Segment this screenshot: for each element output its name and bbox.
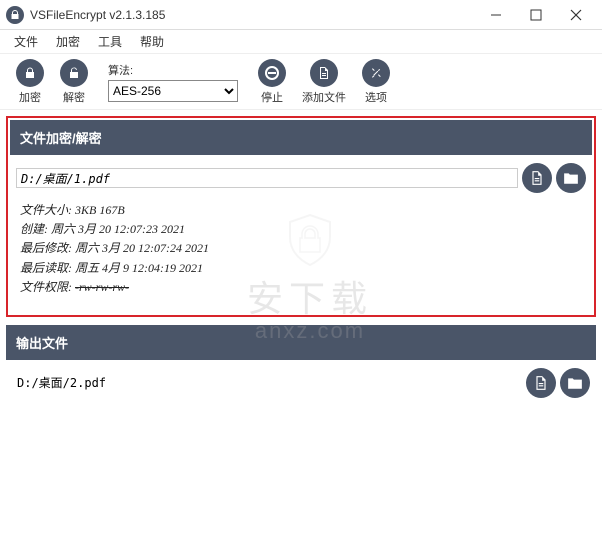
decrypt-button[interactable]: 解密 bbox=[54, 58, 94, 106]
input-file-row bbox=[10, 161, 592, 195]
close-button[interactable] bbox=[556, 0, 596, 30]
input-panel-highlighted: 文件加密/解密 文件大小: 3KB 167B 创建: 周六 3月 20 12:0… bbox=[6, 116, 596, 317]
menu-bar: 文件 加密 工具 帮助 bbox=[0, 30, 602, 54]
menu-tools[interactable]: 工具 bbox=[90, 30, 130, 53]
file-info-block: 文件大小: 3KB 167B 创建: 周六 3月 20 12:07:23 202… bbox=[10, 195, 592, 307]
encrypt-label: 加密 bbox=[19, 89, 41, 105]
document-icon bbox=[310, 59, 338, 87]
output-folder-button[interactable] bbox=[560, 368, 590, 398]
lock-open-icon bbox=[60, 59, 88, 87]
add-file-button[interactable]: 添加文件 bbox=[296, 58, 352, 106]
add-file-label: 添加文件 bbox=[302, 89, 346, 105]
input-section-body: 文件大小: 3KB 167B 创建: 周六 3月 20 12:07:23 202… bbox=[10, 155, 592, 313]
menu-encrypt[interactable]: 加密 bbox=[48, 30, 88, 53]
stop-button[interactable]: 停止 bbox=[252, 58, 292, 106]
output-file-row bbox=[6, 360, 596, 406]
options-label: 选项 bbox=[365, 89, 387, 105]
stop-label: 停止 bbox=[261, 89, 283, 105]
stop-icon bbox=[258, 59, 286, 87]
app-icon bbox=[6, 6, 24, 24]
content-area: 文件加密/解密 文件大小: 3KB 167B 创建: 周六 3月 20 12:0… bbox=[0, 110, 602, 412]
output-panel: 输出文件 bbox=[6, 325, 596, 406]
algorithm-label: 算法: bbox=[108, 62, 238, 78]
folder-icon bbox=[563, 170, 579, 186]
algorithm-group: 算法: AES-256 bbox=[108, 62, 238, 102]
input-folder-button[interactable] bbox=[556, 163, 586, 193]
title-bar: VSFileEncrypt v2.1.3.185 bbox=[0, 0, 602, 30]
folder-icon bbox=[567, 375, 583, 391]
output-section-header: 输出文件 bbox=[6, 325, 596, 360]
lock-closed-icon bbox=[16, 59, 44, 87]
decrypt-label: 解密 bbox=[63, 89, 85, 105]
algorithm-select[interactable]: AES-256 bbox=[108, 80, 238, 102]
tools-icon bbox=[362, 59, 390, 87]
window-title: VSFileEncrypt v2.1.3.185 bbox=[30, 8, 476, 22]
document-icon bbox=[529, 170, 545, 186]
output-doc-button[interactable] bbox=[526, 368, 556, 398]
toolbar: 加密 解密 算法: AES-256 停止 添加文件 选项 bbox=[0, 54, 602, 110]
minimize-button[interactable] bbox=[476, 0, 516, 30]
document-icon bbox=[533, 375, 549, 391]
encrypt-button[interactable]: 加密 bbox=[10, 58, 50, 106]
options-button[interactable]: 选项 bbox=[356, 58, 396, 106]
input-file-path[interactable] bbox=[16, 168, 518, 188]
input-section-header: 文件加密/解密 bbox=[10, 120, 592, 155]
menu-help[interactable]: 帮助 bbox=[132, 30, 172, 53]
input-doc-button[interactable] bbox=[522, 163, 552, 193]
maximize-button[interactable] bbox=[516, 0, 556, 30]
output-file-path[interactable] bbox=[12, 373, 522, 393]
menu-file[interactable]: 文件 bbox=[6, 30, 46, 53]
